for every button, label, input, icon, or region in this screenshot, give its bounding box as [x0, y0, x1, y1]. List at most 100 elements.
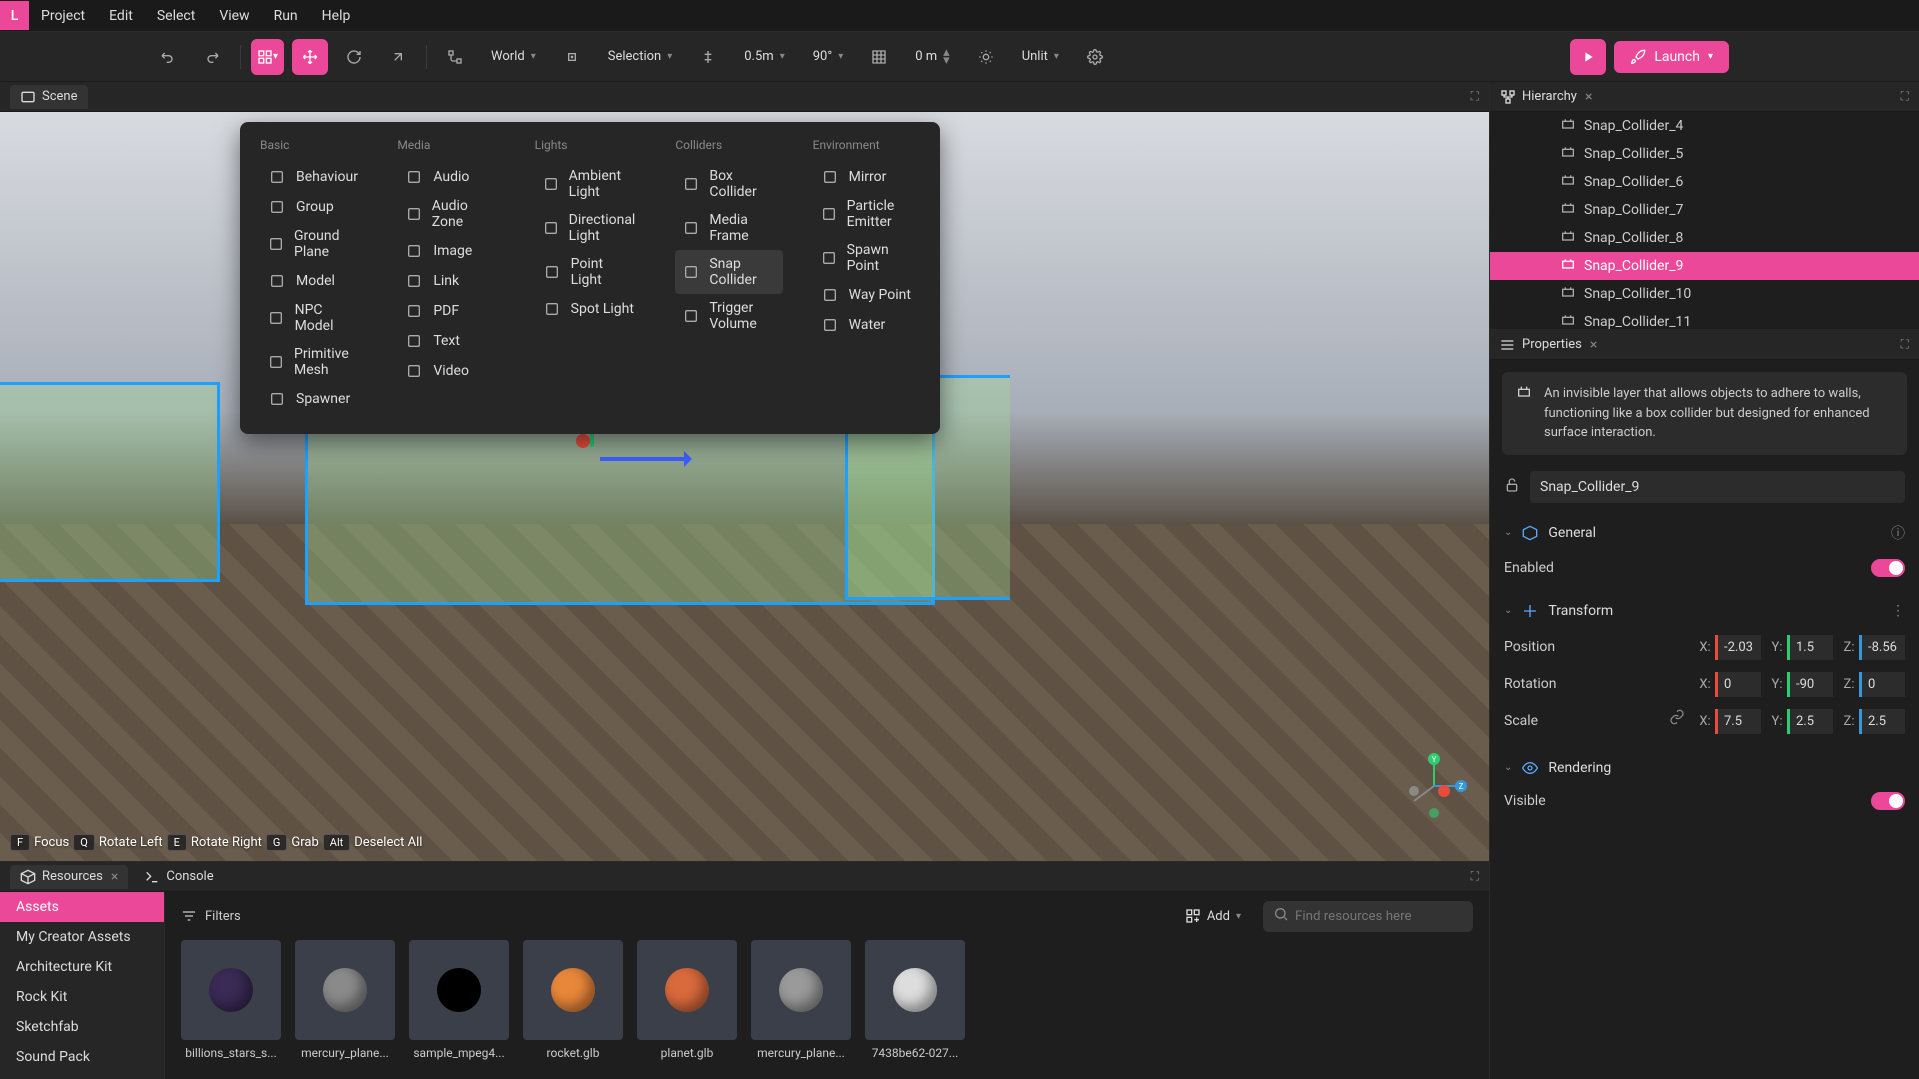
grid-snap-field[interactable]: 0 m▴▾ [905, 43, 959, 71]
hierarchy-item[interactable]: Snap_Collider_11 [1490, 308, 1919, 329]
add-item-snap-collider[interactable]: Snap Collider [675, 250, 782, 294]
add-item-spawn-point[interactable]: Spawn Point [813, 236, 920, 280]
hierarchy-item[interactable]: Snap_Collider_4 [1490, 112, 1919, 140]
add-resource-button[interactable]: Add▾ [1175, 902, 1251, 930]
play-button[interactable] [1570, 39, 1606, 75]
resource-card[interactable]: rocket.glb [523, 940, 623, 1060]
settings-button[interactable] [1077, 39, 1113, 75]
resource-card[interactable]: mercury_plane... [751, 940, 851, 1060]
info-icon[interactable]: ⓘ [1891, 523, 1905, 543]
sidebar-item-sketchfab[interactable]: Sketchfab [0, 1012, 164, 1042]
scale-z-input[interactable] [1859, 709, 1905, 734]
add-item-video[interactable]: Video [397, 356, 504, 386]
add-item-group[interactable]: Group [260, 192, 367, 222]
shading-dropdown[interactable]: Unlit▾ [1012, 43, 1069, 70]
sidebar-item-my-creator-assets[interactable]: My Creator Assets [0, 922, 164, 952]
menu-view[interactable]: View [207, 2, 261, 30]
rotate-tool-button[interactable] [336, 39, 372, 75]
rotation-z-input[interactable] [1859, 672, 1905, 697]
hierarchy-item[interactable]: Snap_Collider_9 [1490, 252, 1919, 280]
hierarchy-item[interactable]: Snap_Collider_6 [1490, 168, 1919, 196]
maximize-icon[interactable]: ⛶ [1901, 89, 1909, 104]
add-item-particle-emitter[interactable]: Particle Emitter [813, 192, 920, 236]
add-item-directional-light[interactable]: Directional Light [535, 206, 646, 250]
add-item-text[interactable]: Text [397, 326, 504, 356]
scene-tab[interactable]: Scene [10, 85, 88, 109]
add-item-image[interactable]: Image [397, 236, 504, 266]
add-item-ground-plane[interactable]: Ground Plane [260, 222, 367, 266]
object-name-input[interactable] [1530, 471, 1905, 503]
add-item-audio-zone[interactable]: Audio Zone [397, 192, 504, 236]
resource-card[interactable]: planet.glb [637, 940, 737, 1060]
link-icon[interactable] [1669, 709, 1685, 734]
close-icon[interactable]: × [111, 869, 118, 885]
undo-button[interactable] [150, 39, 186, 75]
sidebar-item-assets[interactable]: Assets [0, 892, 164, 922]
section-transform[interactable]: ⌄ Transform ⋮ [1490, 593, 1919, 629]
section-rendering[interactable]: ⌄ Rendering [1490, 750, 1919, 786]
redo-button[interactable] [194, 39, 230, 75]
resource-card[interactable]: billions_stars_s... [181, 940, 281, 1060]
hierarchy-item[interactable]: Snap_Collider_8 [1490, 224, 1919, 252]
scale-x-input[interactable] [1715, 709, 1761, 734]
add-item-audio[interactable]: Audio [397, 162, 504, 192]
sidebar-item-sound-pack[interactable]: Sound Pack [0, 1042, 164, 1072]
add-item-mirror[interactable]: Mirror [813, 162, 920, 192]
menu-project[interactable]: Project [29, 2, 97, 30]
close-icon[interactable]: × [1585, 89, 1592, 105]
lock-icon[interactable] [1504, 477, 1520, 497]
enabled-toggle[interactable] [1871, 559, 1905, 577]
add-item-spot-light[interactable]: Spot Light [535, 294, 646, 324]
add-item-water[interactable]: Water [813, 310, 920, 340]
maximize-icon[interactable]: ⛶ [1471, 89, 1479, 104]
resource-card[interactable]: 7438be62-027... [865, 940, 965, 1060]
sidebar-item-rock-kit[interactable]: Rock Kit [0, 982, 164, 1012]
add-element-button[interactable]: ▾ [251, 39, 284, 75]
add-item-box-collider[interactable]: Box Collider [675, 162, 782, 206]
rotation-x-input[interactable] [1715, 672, 1761, 697]
scale-tool-button[interactable] [380, 39, 416, 75]
hierarchy-tool-button[interactable] [437, 39, 473, 75]
add-item-media-frame[interactable]: Media Frame [675, 206, 782, 250]
orientation-gizmo[interactable]: Y Z [1399, 751, 1469, 821]
add-item-way-point[interactable]: Way Point [813, 280, 920, 310]
add-item-spawner[interactable]: Spawner [260, 384, 367, 414]
add-item-behaviour[interactable]: Behaviour [260, 162, 367, 192]
add-item-ambient-light[interactable]: Ambient Light [535, 162, 646, 206]
add-item-trigger-volume[interactable]: Trigger Volume [675, 294, 782, 338]
hierarchy-item[interactable]: Snap_Collider_10 [1490, 280, 1919, 308]
maximize-icon[interactable]: ⛶ [1471, 869, 1479, 884]
console-tab[interactable]: Console [134, 865, 223, 889]
resource-card[interactable]: mercury_plane... [295, 940, 395, 1060]
menu-edit[interactable]: Edit [97, 2, 145, 30]
pivot-button[interactable] [554, 39, 590, 75]
add-item-npc-model[interactable]: NPC Model [260, 296, 367, 340]
add-item-link[interactable]: Link [397, 266, 504, 296]
add-item-pdf[interactable]: PDF [397, 296, 504, 326]
pivot-dropdown[interactable]: Selection▾ [598, 43, 683, 70]
add-item-primitive-mesh[interactable]: Primitive Mesh [260, 340, 367, 384]
viewport[interactable]: BasicBehaviourGroupGround PlaneModelNPC … [0, 112, 1489, 861]
resource-card[interactable]: sample_mpeg4... [409, 940, 509, 1060]
scale-y-input[interactable] [1787, 709, 1833, 734]
search-input[interactable] [1263, 901, 1473, 932]
menu-select[interactable]: Select [145, 2, 207, 30]
add-item-model[interactable]: Model [260, 266, 367, 296]
hierarchy-item[interactable]: Snap_Collider_5 [1490, 140, 1919, 168]
menu-run[interactable]: Run [262, 2, 310, 30]
section-general[interactable]: ⌄ General ⓘ [1490, 513, 1919, 553]
position-x-input[interactable] [1715, 635, 1761, 660]
position-y-input[interactable] [1787, 635, 1833, 660]
visible-toggle[interactable] [1871, 792, 1905, 810]
position-z-input[interactable] [1859, 635, 1905, 660]
grid-icon[interactable] [861, 39, 897, 75]
coord-space-dropdown[interactable]: World▾ [481, 43, 546, 70]
sidebar-item-architecture-kit[interactable]: Architecture Kit [0, 952, 164, 982]
add-item-point-light[interactable]: Point Light [535, 250, 646, 294]
close-icon[interactable]: × [1590, 337, 1597, 353]
snap-move-dropdown[interactable]: 0.5m▾ [734, 43, 794, 70]
hierarchy-item[interactable]: Snap_Collider_7 [1490, 196, 1919, 224]
more-icon[interactable]: ⋮ [1891, 603, 1905, 619]
move-tool-button[interactable] [292, 39, 328, 75]
snap-rotate-dropdown[interactable]: 90°▾ [803, 43, 854, 70]
